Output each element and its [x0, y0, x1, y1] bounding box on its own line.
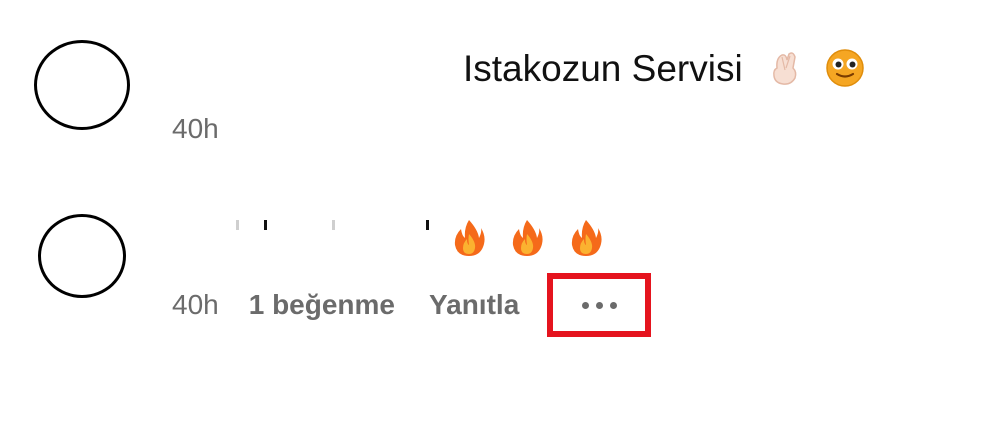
- avatar[interactable]: [34, 40, 130, 130]
- timestamp: 40h: [172, 113, 219, 144]
- fire-icon: [510, 218, 544, 264]
- comment-1: Istakozun Servisi 40h: [0, 0, 992, 180]
- timestamp: 40h: [172, 289, 219, 320]
- likes-count-button[interactable]: 1 beğenme: [249, 289, 395, 321]
- comment-body: Istakozun Servisi: [463, 47, 743, 89]
- smiley-face-icon: [825, 48, 865, 94]
- reply-button[interactable]: Yanıtla: [429, 289, 519, 321]
- comment-2: 40h 1 beğenme Yanıtla: [0, 180, 992, 380]
- comment-text: Istakozun Servisi: [463, 48, 865, 94]
- more-options-icon: [581, 301, 617, 309]
- comment-meta: 40h: [172, 113, 249, 145]
- crossed-fingers-icon: [767, 48, 805, 94]
- avatar[interactable]: [38, 214, 126, 298]
- comment-meta: 40h 1 beğenme Yanıtla: [172, 273, 652, 337]
- fire-icon: [569, 218, 603, 264]
- fire-icon: [452, 218, 486, 264]
- more-options-button[interactable]: [547, 273, 652, 337]
- comment-text: [452, 218, 603, 264]
- redacted-username: [236, 220, 436, 230]
